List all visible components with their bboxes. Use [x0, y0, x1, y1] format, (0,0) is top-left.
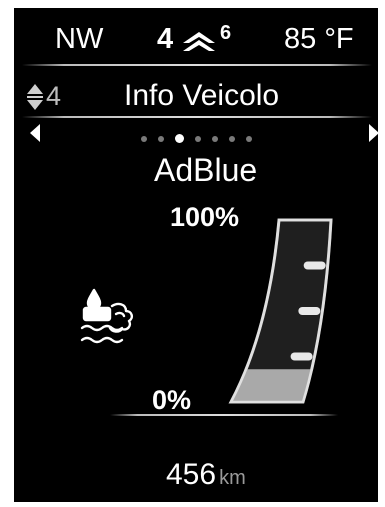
page-dot-active: [175, 134, 184, 143]
page-dot: [158, 135, 164, 142]
gear-suggested: 6: [220, 22, 232, 44]
page-left-arrow-icon[interactable]: [30, 124, 40, 142]
page-indicator: [141, 134, 252, 143]
compass-heading: NW: [55, 23, 104, 55]
gauge-min-label: 0%: [152, 385, 192, 415]
range-value: 456: [166, 458, 217, 491]
adblue-fluid-icon: [80, 288, 134, 344]
range-readout: 456 km: [166, 460, 246, 490]
menu-index: 4: [46, 81, 62, 111]
adblue-level-gauge: [228, 218, 333, 404]
gauge-baseline: [110, 414, 338, 416]
menu-up-down-icon: [27, 84, 43, 110]
menu-title: Info Veicolo: [124, 79, 280, 112]
gauge-scale-marker: [290, 352, 313, 361]
gear-current: 4: [157, 23, 174, 55]
page-right-arrow-icon[interactable]: [369, 124, 378, 142]
outside-temperature: 85 °F: [284, 23, 354, 55]
page-dot: [141, 135, 147, 142]
menu-separator: [22, 116, 372, 118]
gauge-scale-marker: [298, 307, 321, 315]
status-separator: [22, 64, 372, 66]
page-dot: [195, 135, 201, 142]
page-dot: [229, 135, 235, 142]
page-dot: [212, 135, 218, 142]
page-dot: [246, 135, 252, 142]
cluster-display: NW 4 6 85 °F 4 Info Veicolo AdBlue 100%: [14, 8, 378, 502]
gauge-scale-marker: [303, 261, 326, 270]
screen-title: AdBlue: [154, 152, 258, 188]
range-unit: km: [219, 467, 246, 489]
gear-upshift-icon: [183, 32, 215, 51]
